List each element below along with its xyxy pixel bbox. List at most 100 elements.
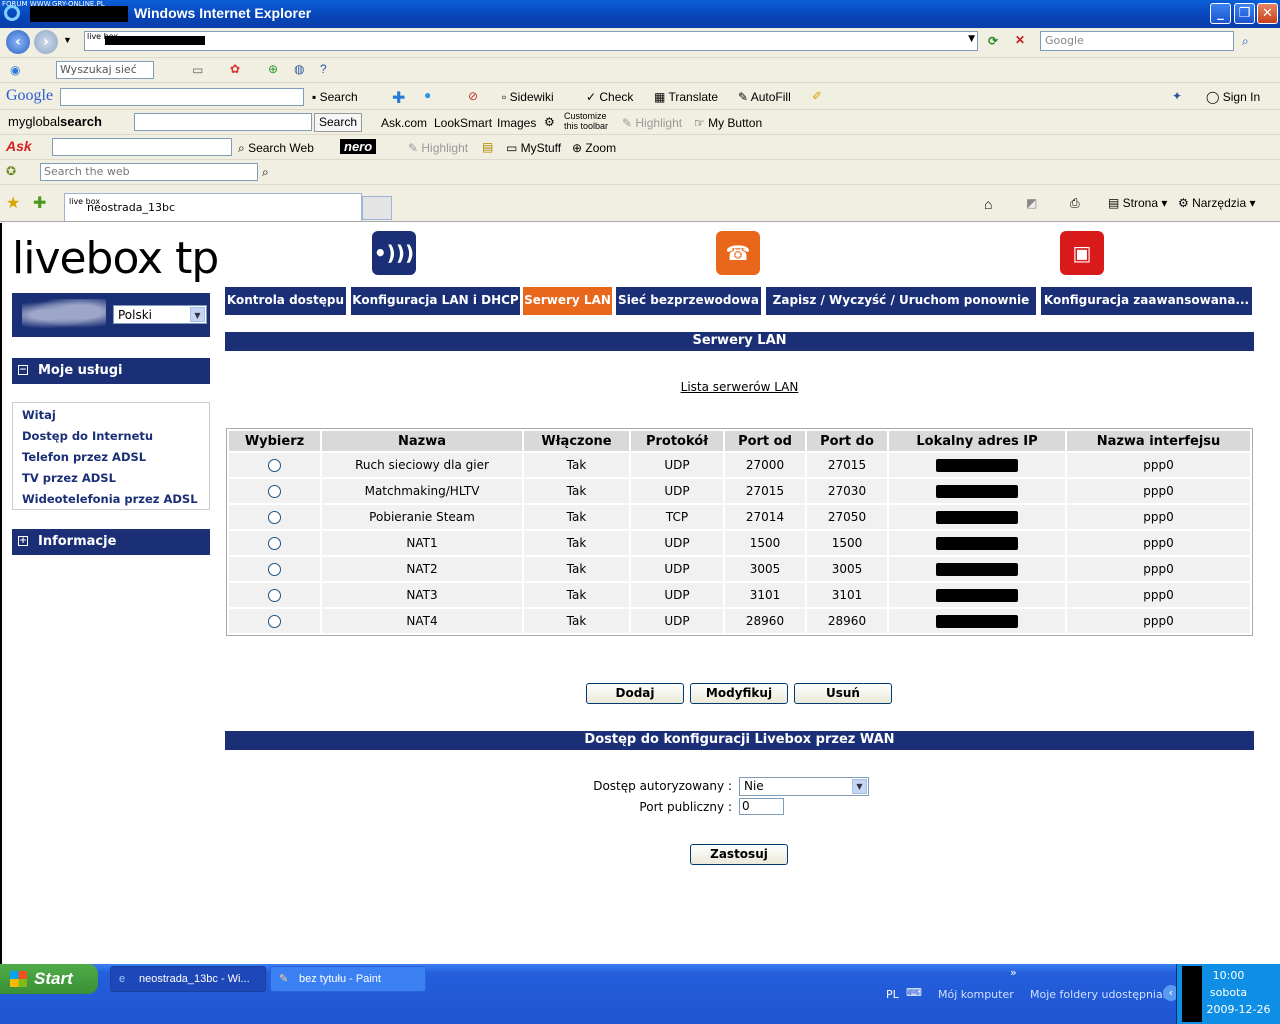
notes-icon[interactable]: ▤ xyxy=(482,140,493,154)
favorites-star-icon[interactable]: ★ xyxy=(6,193,20,213)
zoom-button[interactable]: ⊕ Zoom xyxy=(572,141,616,155)
shared-folders-link[interactable]: Moje foldery udostępniania xyxy=(1030,988,1180,1001)
google-toolbar-input[interactable] xyxy=(60,88,304,106)
ask-search-input[interactable] xyxy=(52,138,232,156)
add-icon[interactable]: ⊕ xyxy=(268,62,278,76)
new-tab-button[interactable] xyxy=(362,196,392,220)
check-button[interactable]: ✓ Check xyxy=(586,90,633,104)
table-row[interactable]: NAT2 Tak UDP 3005 3005 ppp0 xyxy=(229,557,1250,581)
select-radio[interactable] xyxy=(268,537,281,550)
apply-button[interactable]: Zastosuj xyxy=(690,844,788,865)
back-button[interactable]: ‹ xyxy=(6,30,30,54)
table-row[interactable]: NAT3 Tak UDP 3101 3101 ppp0 xyxy=(229,583,1250,607)
start-button[interactable]: Start xyxy=(0,964,98,994)
butterfly-icon[interactable]: ✿ xyxy=(230,62,240,76)
select-radio[interactable] xyxy=(268,459,281,472)
tab-serwery-lan[interactable]: Serwery LAN xyxy=(523,287,612,315)
table-row[interactable]: Ruch sieciowy dla gier Tak UDP 27000 27015 pp… xyxy=(229,453,1250,477)
address-dropdown-icon[interactable]: ▼ xyxy=(968,34,975,44)
mgs-highlight-button[interactable]: ✎ Highlight xyxy=(622,116,682,130)
chat-icon[interactable]: ● xyxy=(424,88,431,102)
wifi-icon[interactable]: •))) xyxy=(372,231,416,275)
home-icon[interactable]: ⌂ xyxy=(984,196,992,212)
autofill-button[interactable]: ✎ AutoFill xyxy=(738,90,791,104)
refresh-icon[interactable]: ⟳ xyxy=(988,34,998,48)
taskbar-item-paint[interactable]: ✎ bez tytułu - Paint xyxy=(270,966,426,992)
mgs-search-button[interactable]: Search xyxy=(314,113,363,132)
live-search-input[interactable]: Wyszukaj sieć xyxy=(56,61,154,79)
auth-access-select[interactable]: Nie ▼ xyxy=(739,777,869,796)
tools-icon[interactable]: ▭ xyxy=(192,63,203,77)
pencil-icon[interactable]: ✐ xyxy=(812,89,822,103)
ask-highlight-button[interactable]: ✎ Highlight xyxy=(408,141,468,155)
looksmart-link[interactable]: LookSmart xyxy=(434,116,492,130)
tab-kontrola-dostepu[interactable]: Kontrola dostępu xyxy=(225,287,346,315)
keyboard-icon[interactable]: ⌨ xyxy=(906,986,922,999)
forward-button[interactable]: › xyxy=(34,30,58,54)
popup-blocker-icon[interactable]: ⊘ xyxy=(468,89,478,103)
search-web-button[interactable]: ⌕ Search Web xyxy=(238,141,314,156)
lan-servers-list-link[interactable]: Lista serwerów LAN xyxy=(225,380,1254,394)
ask-link[interactable]: Ask.com xyxy=(381,116,427,130)
add-button[interactable]: Dodaj xyxy=(586,683,684,704)
customize-toolbar-button[interactable]: Customize this toolbar xyxy=(564,111,608,131)
remove-button[interactable]: Usuń xyxy=(794,683,892,704)
phone-icon[interactable]: ☎ xyxy=(716,231,760,275)
google-search-input[interactable]: Google xyxy=(1040,31,1234,51)
my-computer-link[interactable]: Mój komputer xyxy=(938,988,1014,1001)
table-row[interactable]: NAT4 Tak UDP 28960 28960 ppp0 xyxy=(229,609,1250,633)
search-web-go-icon[interactable]: ⌕ xyxy=(262,165,269,180)
mgs-search-input[interactable] xyxy=(134,113,312,131)
print-icon[interactable]: ⎙ xyxy=(1070,196,1080,211)
sign-in-button[interactable]: ◯ Sign In xyxy=(1206,90,1260,104)
images-link[interactable]: Images xyxy=(497,116,536,130)
minimize-button[interactable]: _ xyxy=(1210,3,1231,24)
select-radio[interactable] xyxy=(268,615,281,628)
windows-live-icon[interactable]: ◉ xyxy=(10,63,20,77)
sidebar-item-wideotelefonia[interactable]: Wideotelefonia przez ADSL xyxy=(13,491,209,512)
language-indicator[interactable]: PL xyxy=(886,988,899,1001)
select-radio[interactable] xyxy=(268,511,281,524)
sidebar-section-informacje[interactable]: + Informacje xyxy=(12,529,210,555)
google-search-button[interactable]: ▪ Search xyxy=(312,90,358,104)
my-button[interactable]: ☞ My Button xyxy=(694,116,762,130)
modify-button[interactable]: Modyfikuj xyxy=(690,683,788,704)
public-port-input[interactable]: 0 xyxy=(739,798,784,815)
table-row[interactable]: Matchmaking/HLTV Tak UDP 27015 27030 ppp0 xyxy=(229,479,1250,503)
address-input[interactable]: live box ▼ xyxy=(84,31,978,51)
sidewiki-button[interactable]: ▫ Sidewiki xyxy=(502,90,554,104)
tab-konfiguracja-lan[interactable]: Konfiguracja LAN i DHCP xyxy=(351,287,520,315)
history-dropdown-icon[interactable]: ▼ xyxy=(63,35,72,45)
translate-button[interactable]: ▦ Translate xyxy=(654,90,718,104)
sidebar-section-moje-uslugi[interactable]: − Moje usługi xyxy=(12,358,210,384)
sidebar-item-tv[interactable]: TV przez ADSL xyxy=(13,470,209,491)
select-radio[interactable] xyxy=(268,485,281,498)
search-go-icon[interactable]: ⌕ xyxy=(1242,34,1249,49)
rss-icon[interactable]: ◩ xyxy=(1026,196,1037,210)
select-radio[interactable] xyxy=(268,589,281,602)
sidebar-item-telefon[interactable]: Telefon przez ADSL xyxy=(13,449,209,470)
sidebar-item-witaj[interactable]: Witaj xyxy=(13,407,209,428)
nero-logo[interactable]: nero xyxy=(340,139,377,154)
search-the-web-input[interactable]: Search the web xyxy=(40,163,258,181)
tab-neostrada[interactable]: live box neostrada_13bc xyxy=(64,193,362,221)
tab-zapisz[interactable]: Zapisz / Wyczyść / Uruchom ponownie xyxy=(766,287,1036,315)
maximize-button[interactable]: ❐ xyxy=(1234,3,1255,24)
info-icon[interactable]: ◍ xyxy=(294,62,304,76)
stop-icon[interactable]: ✕ xyxy=(1015,33,1025,47)
tools-menu-button[interactable]: ⚙ Narzędzia ▾ xyxy=(1178,196,1255,210)
help-icon[interactable]: ? xyxy=(320,62,327,76)
tv-icon[interactable]: ▣ xyxy=(1060,231,1104,275)
wrench-icon[interactable]: ✦ xyxy=(1172,89,1182,103)
table-row[interactable]: Pobieranie Steam Tak TCP 27014 27050 ppp0 xyxy=(229,505,1250,529)
tab-konfiguracja-zaawansowana[interactable]: Konfiguracja zaawansowana... xyxy=(1041,287,1252,315)
gear-icon[interactable]: ⚙ xyxy=(544,115,555,129)
sidebar-item-internet[interactable]: Dostęp do Internetu xyxy=(13,428,209,449)
taskbar-item-ie[interactable]: e neostrada_13bc - Wi... xyxy=(110,966,266,992)
add-favorites-icon[interactable]: ✚ xyxy=(33,193,46,213)
tab-siec-bezprzewodowa[interactable]: Sieć bezprzewodowa xyxy=(616,287,761,315)
more-icon[interactable]: » xyxy=(1010,966,1017,979)
language-select[interactable]: Polski ▼ xyxy=(113,305,207,324)
mystuff-button[interactable]: ▭ MyStuff xyxy=(506,141,561,155)
table-row[interactable]: NAT1 Tak UDP 1500 1500 ppp0 xyxy=(229,531,1250,555)
